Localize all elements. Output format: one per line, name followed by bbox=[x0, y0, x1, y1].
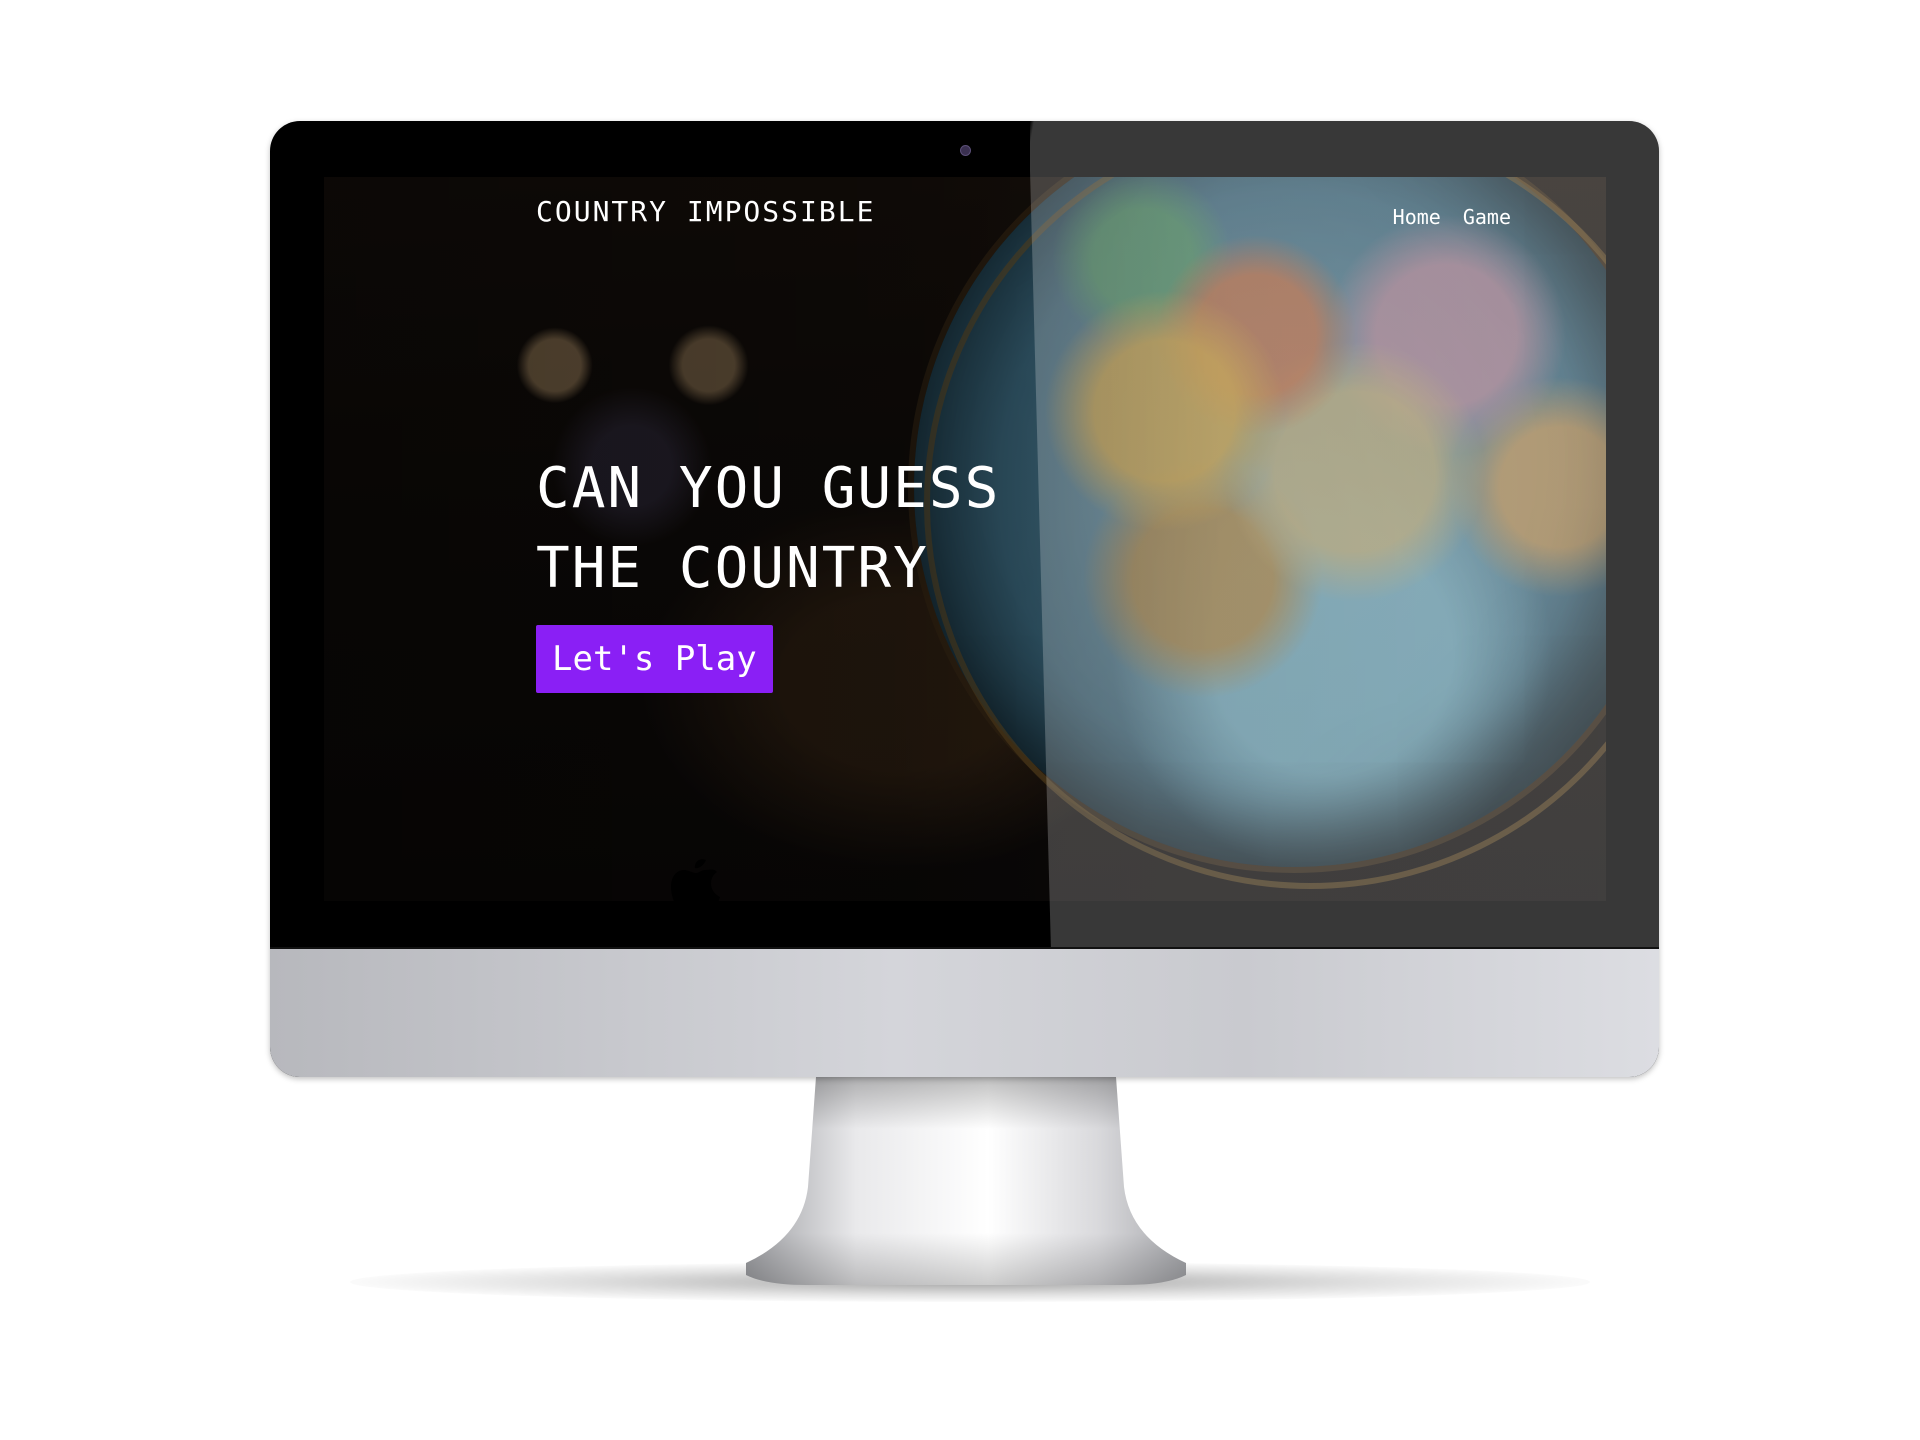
monitor-stand bbox=[746, 1077, 1186, 1285]
monitor-chin bbox=[270, 949, 1659, 1077]
mockup-stage: COUNTRY IMPOSSIBLE Home Game CAN YOU GUE… bbox=[0, 0, 1920, 1440]
hero-section: CAN YOU GUESS THE COUNTRY Let's Play bbox=[536, 449, 1000, 693]
lets-play-button[interactable]: Let's Play bbox=[536, 625, 773, 693]
nav-home-link[interactable]: Home bbox=[1393, 205, 1441, 229]
hero-heading-line-1: CAN YOU GUESS bbox=[536, 456, 1001, 521]
website-screen: COUNTRY IMPOSSIBLE Home Game CAN YOU GUE… bbox=[324, 177, 1606, 901]
monitor: COUNTRY IMPOSSIBLE Home Game CAN YOU GUE… bbox=[270, 121, 1659, 1077]
main-nav: Home Game bbox=[1393, 205, 1511, 229]
webcam-icon bbox=[960, 145, 971, 156]
apple-logo-icon bbox=[671, 859, 720, 915]
nav-game-link[interactable]: Game bbox=[1463, 205, 1511, 229]
site-title[interactable]: COUNTRY IMPOSSIBLE bbox=[536, 195, 875, 228]
hero-heading-line-2: THE COUNTRY bbox=[536, 536, 929, 601]
